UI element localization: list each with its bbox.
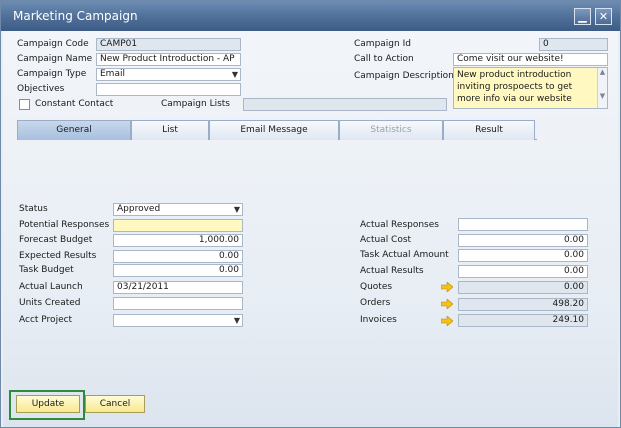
expected-results-label: Expected Results: [19, 251, 97, 261]
actual-results-field[interactable]: 0.00: [458, 265, 588, 278]
orders-field[interactable]: 498.20: [458, 298, 588, 311]
units-created-field[interactable]: [113, 297, 243, 310]
campaign-name-field[interactable]: New Product Introduction - AP: [96, 53, 241, 66]
actual-responses-field[interactable]: [458, 218, 588, 231]
tab-result[interactable]: Result: [443, 120, 535, 140]
campaign-description-textarea[interactable]: New product introduction inviting prospo…: [453, 67, 608, 109]
form-body: Campaign Code CAMP01 Campaign Name New P…: [3, 31, 618, 427]
link-arrow-icon[interactable]: [441, 299, 453, 309]
acct-project-dropdown[interactable]: ▼: [113, 314, 243, 327]
orders-label: Orders: [360, 298, 391, 308]
campaign-lists-field[interactable]: [243, 98, 447, 111]
description-scrollbar[interactable]: ▲ ▼: [597, 68, 607, 108]
link-arrow-icon[interactable]: [441, 282, 453, 292]
campaign-lists-label: Campaign Lists: [161, 99, 230, 109]
forecast-budget-label: Forecast Budget: [19, 235, 93, 245]
potential-responses-field[interactable]: [113, 219, 243, 232]
forecast-budget-field[interactable]: 1,000.00: [113, 234, 243, 247]
objectives-label: Objectives: [17, 84, 65, 94]
tab-general[interactable]: General: [17, 120, 131, 140]
campaign-type-dropdown[interactable]: Email ▼: [96, 68, 241, 81]
task-budget-label: Task Budget: [19, 265, 74, 275]
campaign-code-field[interactable]: CAMP01: [96, 38, 241, 51]
units-created-label: Units Created: [19, 298, 81, 308]
chevron-down-icon[interactable]: ▼: [234, 204, 240, 215]
objectives-field[interactable]: [96, 83, 241, 96]
task-budget-field[interactable]: 0.00: [113, 264, 243, 277]
chevron-down-icon[interactable]: ▼: [232, 69, 238, 80]
campaign-description-line: New product introduction: [457, 70, 572, 80]
call-to-action-label: Call to Action: [354, 54, 414, 64]
constant-contact-checkbox[interactable]: [19, 99, 30, 110]
minimize-icon[interactable]: ▁: [574, 8, 591, 25]
status-label: Status: [19, 204, 48, 214]
link-arrow-icon[interactable]: [441, 316, 453, 326]
close-icon[interactable]: ✕: [595, 8, 612, 25]
campaign-id-label: Campaign Id: [354, 39, 411, 49]
campaign-description-line: more info via our website: [457, 94, 572, 104]
campaign-name-label: Campaign Name: [17, 54, 93, 64]
campaign-code-label: Campaign Code: [17, 39, 89, 49]
potential-responses-label: Potential Responses: [19, 220, 110, 230]
campaign-description-label: Campaign Description: [354, 71, 454, 81]
acct-project-label: Acct Project: [19, 315, 73, 325]
actual-launch-label: Actual Launch: [19, 282, 83, 292]
task-actual-amount-field[interactable]: 0.00: [458, 249, 588, 262]
campaign-type-label: Campaign Type: [17, 69, 87, 79]
actual-launch-field[interactable]: 03/21/2011: [113, 281, 243, 294]
actual-cost-field[interactable]: 0.00: [458, 234, 588, 247]
chevron-down-icon[interactable]: ▼: [234, 315, 240, 326]
quotes-label: Quotes: [360, 282, 393, 292]
tab-email-message[interactable]: Email Message: [209, 120, 339, 140]
window-title: Marketing Campaign: [13, 9, 138, 23]
tab-statistics[interactable]: Statistics: [339, 120, 443, 140]
quotes-field[interactable]: 0.00: [458, 281, 588, 294]
task-actual-amount-label: Task Actual Amount: [360, 250, 449, 260]
actual-responses-label: Actual Responses: [360, 220, 439, 230]
invoices-label: Invoices: [360, 315, 397, 325]
actual-results-label: Actual Results: [360, 266, 424, 276]
tab-list[interactable]: List: [131, 120, 209, 140]
campaign-id-field[interactable]: 0: [539, 38, 608, 51]
invoices-field[interactable]: 249.10: [458, 314, 588, 327]
tab-strip: General List Email Message Statistics Re…: [17, 120, 537, 140]
marketing-campaign-window: Marketing Campaign ▁ ✕ Campaign Code CAM…: [0, 0, 621, 428]
campaign-description-line: inviting prospoects to get: [457, 82, 573, 92]
status-value: Approved: [117, 204, 161, 214]
constant-contact-label: Constant Contact: [35, 99, 114, 109]
status-dropdown[interactable]: Approved ▼: [113, 203, 243, 216]
cancel-button[interactable]: Cancel: [85, 395, 145, 413]
campaign-type-value: Email: [100, 69, 125, 79]
expected-results-field[interactable]: 0.00: [113, 250, 243, 263]
actual-cost-label: Actual Cost: [360, 235, 412, 245]
call-to-action-field[interactable]: Come visit our website!: [453, 53, 608, 66]
update-button[interactable]: Update: [16, 395, 80, 413]
title-bar[interactable]: Marketing Campaign ▁ ✕: [1, 1, 620, 31]
